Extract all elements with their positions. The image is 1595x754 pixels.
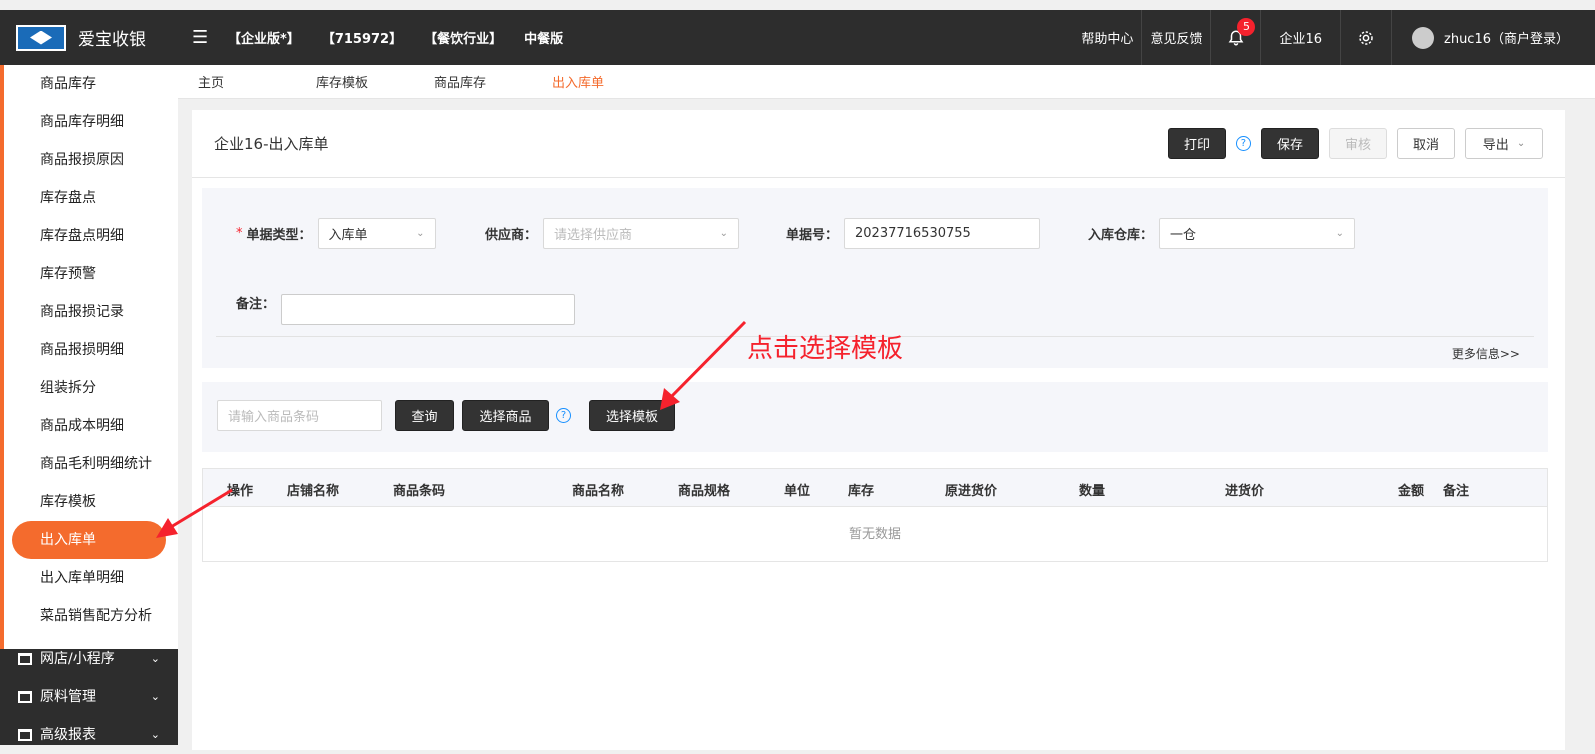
arrow-to-template-button [660,320,747,410]
annotation-arrows [156,320,747,538]
arrow-to-sidebar-item [156,488,233,538]
